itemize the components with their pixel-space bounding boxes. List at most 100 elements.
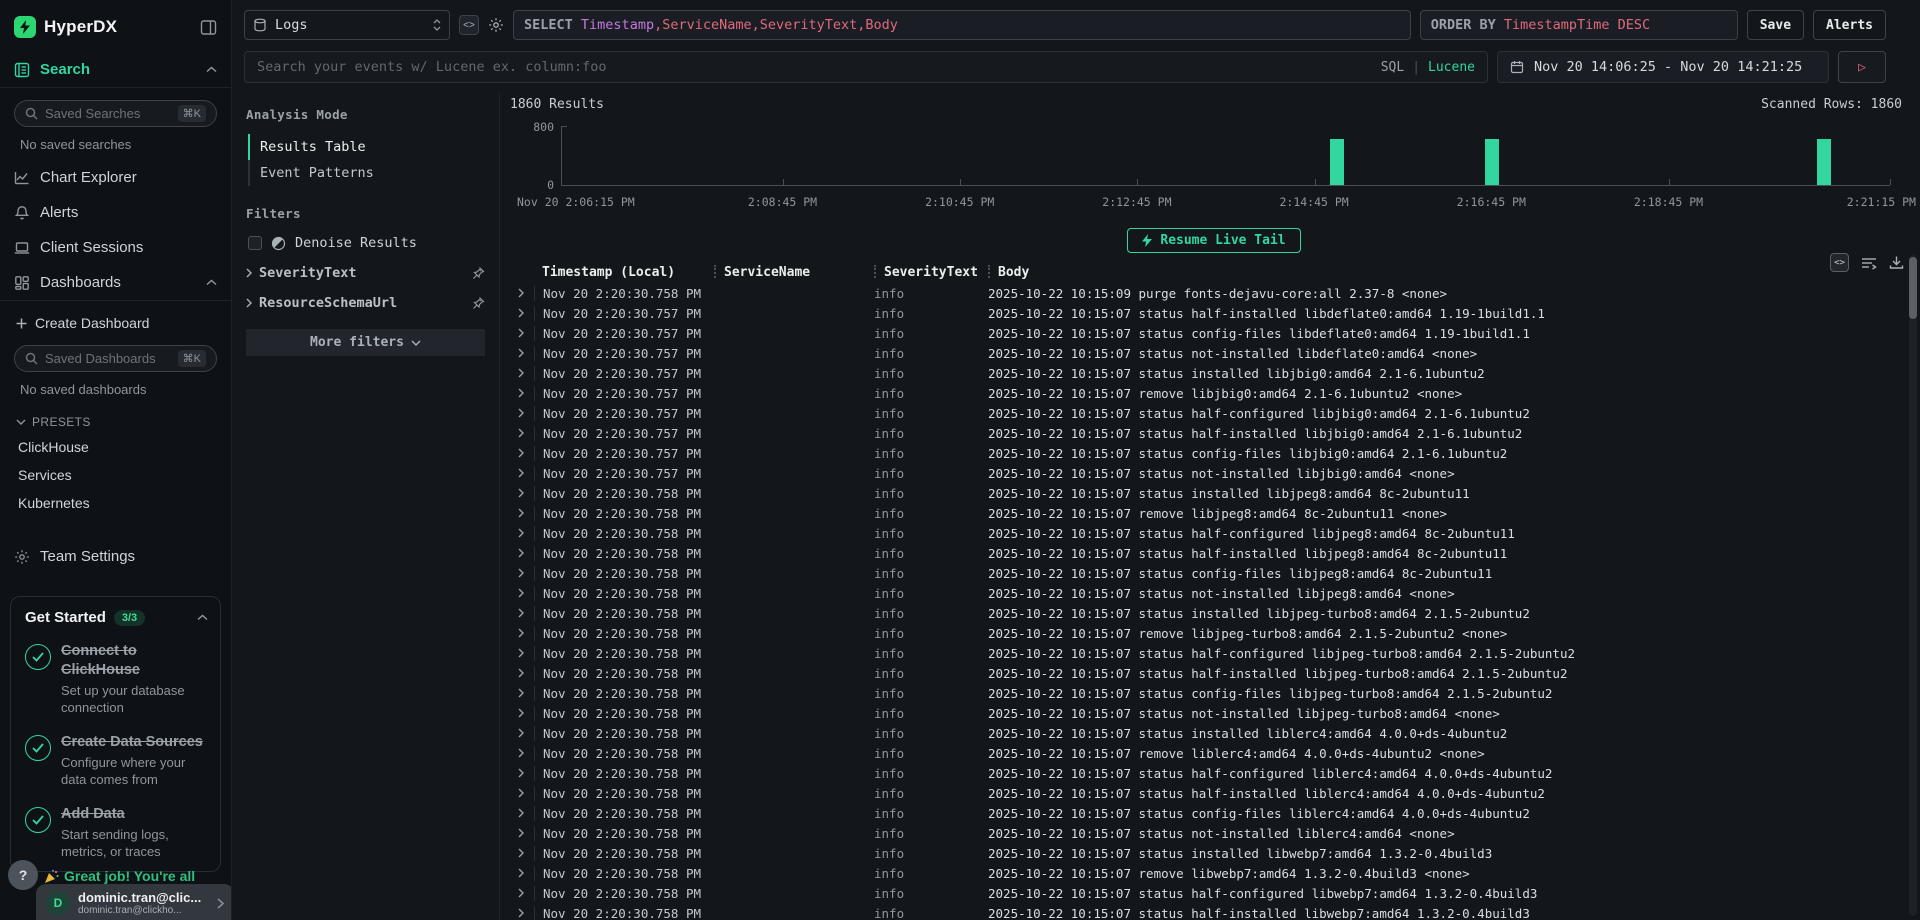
get-started-header[interactable]: Get Started 3/3 [25,609,208,626]
sidebar-item-search[interactable]: Search [0,52,231,87]
table-row[interactable]: Nov 20 2:20:30.758 PM info 2025-10-22 10… [508,543,1920,563]
table-row[interactable]: Nov 20 2:20:30.758 PM info 2025-10-22 10… [508,743,1920,763]
expand-row-icon [518,448,524,458]
log-severity: info [866,686,980,701]
denoise-results-toggle[interactable]: Denoise Results [248,235,485,251]
presets-toggle[interactable]: PRESETS [0,405,231,433]
column-resize-handle[interactable] [874,265,876,278]
table-row[interactable]: Nov 20 2:20:30.758 PM info 2025-10-22 10… [508,843,1920,863]
pin-icon[interactable] [471,266,485,280]
filter-panel: Analysis Mode Results Table Event Patter… [232,93,500,920]
table-row[interactable]: Nov 20 2:20:30.758 PM info 2025-10-22 10… [508,883,1920,903]
preset-kubernetes[interactable]: Kubernetes [0,489,231,517]
log-body: 2025-10-22 10:15:07 status config-files … [980,326,1920,341]
table-row[interactable]: Nov 20 2:20:30.757 PM info 2025-10-22 10… [508,443,1920,463]
table-row[interactable]: Nov 20 2:20:30.757 PM info 2025-10-22 10… [508,463,1920,483]
table-row[interactable]: Nov 20 2:20:30.758 PM info 2025-10-22 10… [508,583,1920,603]
sidebar-item-alerts[interactable]: Alerts [0,195,231,230]
table-row[interactable]: Nov 20 2:20:30.758 PM info 2025-10-22 10… [508,763,1920,783]
saved-searches-input[interactable]: ⌘K [14,100,217,127]
table-row[interactable]: Nov 20 2:20:30.757 PM info 2025-10-22 10… [508,343,1920,363]
sidebar-collapse-icon[interactable] [200,19,217,36]
table-code-view-button[interactable]: <> [1830,253,1849,272]
log-timestamp: Nov 20 2:20:30.758 PM [534,546,706,561]
y-axis-tick-max: 800 [508,120,554,134]
mode-results-table[interactable]: Results Table [248,134,485,160]
orderby-clause-input[interactable]: ORDER BY TimestampTime DESC [1420,10,1738,40]
table-columns-settings-icon[interactable] [1861,256,1877,270]
more-filters-button[interactable]: More filters [246,329,485,356]
table-row[interactable]: Nov 20 2:20:30.758 PM info 2025-10-22 10… [508,623,1920,643]
sidebar-item-dashboards[interactable]: Dashboards [0,265,231,300]
select-clause-input[interactable]: SELECT Timestamp ,ServiceName,SeverityTe… [513,10,1411,40]
table-row[interactable]: Nov 20 2:20:30.758 PM info 2025-10-22 10… [508,563,1920,583]
log-severity: info [866,866,980,881]
alerts-button[interactable]: Alerts [1813,10,1886,40]
table-row[interactable]: Nov 20 2:20:30.758 PM info 2025-10-22 10… [508,823,1920,843]
table-row[interactable]: Nov 20 2:20:30.758 PM info 2025-10-22 10… [508,663,1920,683]
table-row[interactable]: Nov 20 2:20:30.758 PM info 2025-10-22 10… [508,683,1920,703]
denoise-checkbox[interactable] [248,236,262,250]
column-resize-handle[interactable] [988,265,990,278]
create-dashboard-button[interactable]: Create Dashboard [0,307,231,339]
user-email: dominic.tran@clic... [78,890,209,905]
run-query-button[interactable]: ▷ [1838,51,1886,83]
table-row[interactable]: Nov 20 2:20:30.758 PM info 2025-10-22 10… [508,643,1920,663]
saved-searches-field[interactable] [45,106,171,121]
main-area: Logs <> SELECT Timestamp ,ServiceName,Se… [232,0,1920,920]
table-row[interactable]: Nov 20 2:20:30.758 PM info 2025-10-22 10… [508,703,1920,723]
filter-group-resourceschemaurl[interactable]: ResourceSchemaUrl [246,285,485,315]
filter-group-severitytext[interactable]: SeverityText [246,255,485,285]
language-lucene-option[interactable]: Lucene [1428,60,1475,75]
log-body: 2025-10-22 10:15:07 status config-files … [980,686,1920,701]
saved-dashboards-field[interactable] [45,351,171,366]
resume-live-tail-button[interactable]: Resume Live Tail [1127,228,1300,253]
preset-clickhouse[interactable]: ClickHouse [0,433,231,461]
language-sql-option[interactable]: SQL [1381,60,1404,75]
source-settings-gear-icon[interactable] [488,17,504,33]
table-row[interactable]: Nov 20 2:20:30.757 PM info 2025-10-22 10… [508,423,1920,443]
table-row[interactable]: Nov 20 2:20:30.757 PM info 2025-10-22 10… [508,383,1920,403]
code-toggle-button[interactable]: <> [459,15,479,35]
table-row[interactable]: Nov 20 2:20:30.758 PM info 2025-10-22 10… [508,863,1920,883]
table-scrollbar[interactable] [1909,255,1917,916]
get-started-step-sources[interactable]: Create Data Sources Configure where your… [25,733,208,789]
pin-icon[interactable] [471,296,485,310]
user-menu[interactable]: D dominic.tran@clic... dominic.tran@clic… [36,884,232,920]
scrollbar-thumb[interactable] [1909,257,1917,319]
column-resize-handle[interactable] [714,265,716,278]
table-row[interactable]: Nov 20 2:20:30.758 PM info 2025-10-22 10… [508,283,1920,303]
date-range-picker[interactable]: Nov 20 14:06:25 - Nov 20 14:21:25 [1497,51,1829,83]
help-button[interactable]: ? [8,860,38,890]
source-select[interactable]: Logs [244,10,450,40]
table-row[interactable]: Nov 20 2:20:30.758 PM info 2025-10-22 10… [508,803,1920,823]
preset-services[interactable]: Services [0,461,231,489]
hyperdx-logo[interactable]: HyperDX [14,16,117,38]
table-row[interactable]: Nov 20 2:20:30.757 PM info 2025-10-22 10… [508,303,1920,323]
table-row[interactable]: Nov 20 2:20:30.758 PM info 2025-10-22 10… [508,903,1920,920]
expand-row-icon [518,588,524,598]
table-row[interactable]: Nov 20 2:20:30.758 PM info 2025-10-22 10… [508,723,1920,743]
table-row[interactable]: Nov 20 2:20:30.757 PM info 2025-10-22 10… [508,323,1920,343]
log-severity: info [866,286,980,301]
column-header-timestamp[interactable]: Timestamp (Local) [534,265,706,280]
save-button[interactable]: Save [1747,10,1804,40]
column-header-servicename[interactable]: ServiceName [706,265,866,280]
mode-event-patterns[interactable]: Event Patterns [248,160,485,186]
get-started-step-connect[interactable]: Connect to ClickHouse Set up your databa… [25,642,208,717]
table-row[interactable]: Nov 20 2:20:30.757 PM info 2025-10-22 10… [508,403,1920,423]
sidebar-item-client-sessions[interactable]: Client Sessions [0,230,231,265]
table-row[interactable]: Nov 20 2:20:30.758 PM info 2025-10-22 10… [508,503,1920,523]
table-row[interactable]: Nov 20 2:20:30.758 PM info 2025-10-22 10… [508,603,1920,623]
event-search-input[interactable] [245,52,1487,82]
saved-dashboards-input[interactable]: ⌘K [14,345,217,372]
table-row[interactable]: Nov 20 2:20:30.757 PM info 2025-10-22 10… [508,363,1920,383]
table-row[interactable]: Nov 20 2:20:30.758 PM info 2025-10-22 10… [508,783,1920,803]
table-row[interactable]: Nov 20 2:20:30.758 PM info 2025-10-22 10… [508,523,1920,543]
sidebar-item-team-settings[interactable]: Team Settings [0,539,231,574]
sidebar-item-chart-explorer[interactable]: Chart Explorer [0,160,231,195]
column-header-body[interactable]: Body [980,265,1920,280]
column-header-severitytext[interactable]: SeverityText [866,265,980,280]
table-row[interactable]: Nov 20 2:20:30.758 PM info 2025-10-22 10… [508,483,1920,503]
download-icon[interactable] [1889,255,1904,270]
